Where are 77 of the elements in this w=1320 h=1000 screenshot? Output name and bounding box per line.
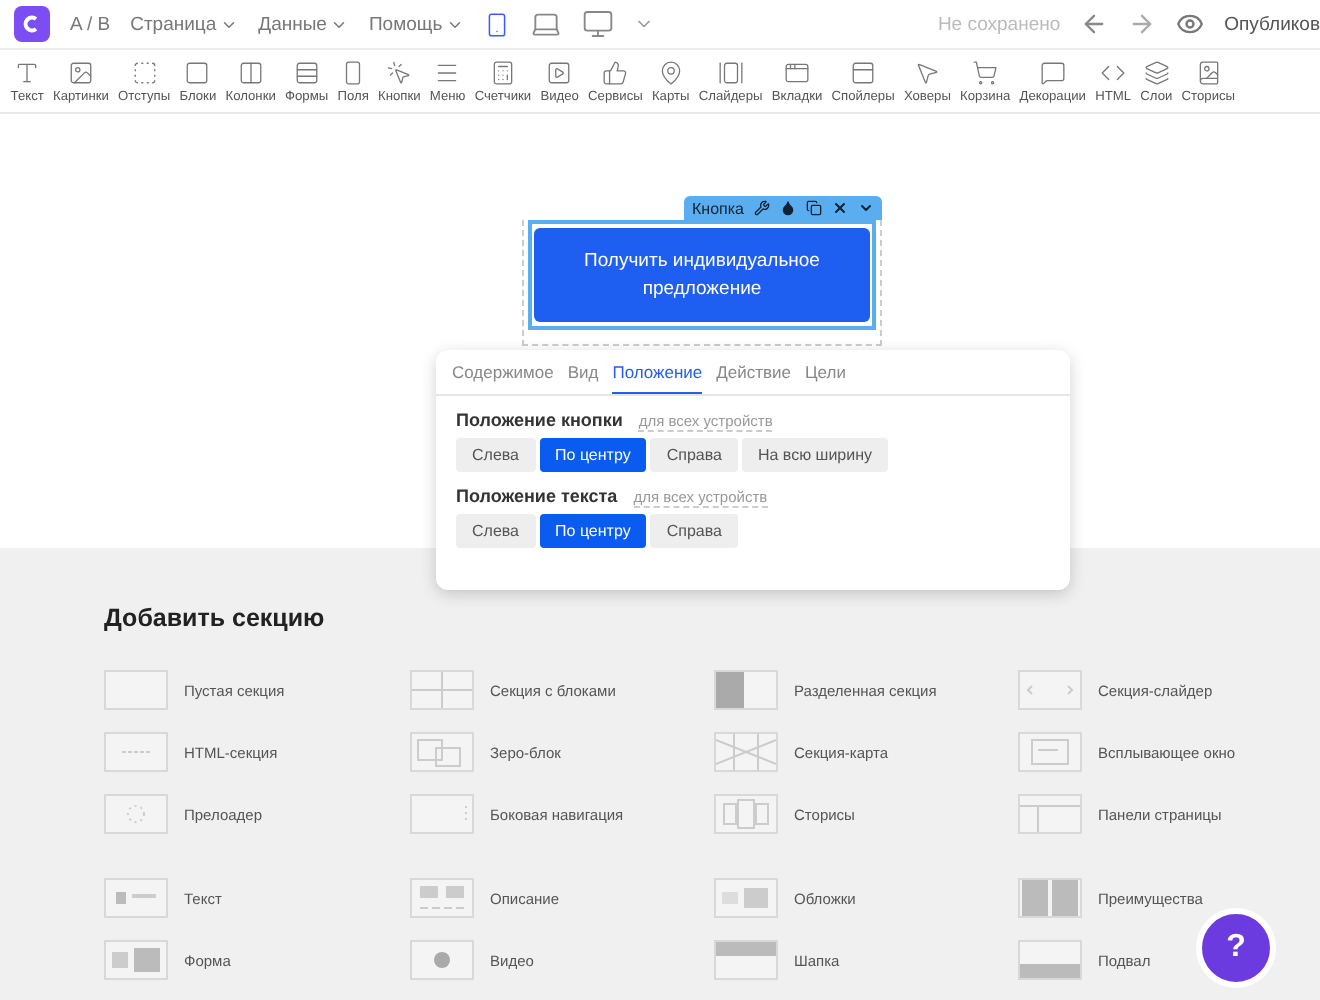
position-option[interactable]: На всю ширину bbox=[741, 438, 889, 472]
preview-icon[interactable] bbox=[1176, 10, 1205, 38]
copy-icon[interactable] bbox=[806, 200, 822, 216]
panel-tab[interactable]: Содержимое bbox=[452, 362, 554, 394]
text-icon bbox=[14, 59, 41, 85]
stories-icon bbox=[1195, 59, 1222, 85]
section-thumbnail-icon[interactable] bbox=[410, 940, 474, 980]
dashed-square-icon bbox=[131, 59, 158, 85]
section-thumbnail-icon[interactable] bbox=[104, 794, 168, 834]
droplet-icon[interactable] bbox=[780, 200, 796, 216]
cta-button[interactable]: Получить индивидуальное предложение bbox=[534, 228, 870, 322]
image-icon bbox=[67, 59, 94, 85]
menu-dropdown[interactable]: Страница bbox=[130, 13, 239, 35]
section-thumbnail-icon[interactable] bbox=[1018, 878, 1082, 918]
logo-icon[interactable] bbox=[14, 6, 50, 42]
menu-icon bbox=[434, 59, 461, 85]
section-thumbnail-icon[interactable] bbox=[104, 732, 168, 772]
section-thumbnail-icon[interactable] bbox=[1018, 794, 1082, 834]
phone-icon[interactable] bbox=[484, 11, 511, 37]
section-thumbnail-icon[interactable] bbox=[714, 878, 778, 918]
position-option[interactable]: Справа bbox=[650, 514, 738, 548]
publish-button[interactable]: Опубликов bbox=[1224, 13, 1320, 35]
section-thumbnail-icon[interactable] bbox=[714, 670, 778, 710]
position-option[interactable]: Слева bbox=[456, 438, 536, 472]
section-heading: Добавить секцию bbox=[104, 604, 327, 632]
square-icon bbox=[184, 59, 211, 85]
columns-icon bbox=[237, 59, 264, 85]
monitor-icon[interactable] bbox=[582, 8, 615, 40]
section-thumbnail-icon[interactable] bbox=[104, 670, 168, 710]
laptop-icon[interactable] bbox=[530, 8, 563, 40]
panel-tab[interactable]: Действие bbox=[716, 362, 792, 394]
group-title: Положение кнопки bbox=[456, 410, 623, 430]
section-thumbnail-icon[interactable] bbox=[410, 732, 474, 772]
position-option[interactable]: Справа bbox=[650, 438, 738, 472]
counter-icon bbox=[489, 59, 516, 85]
play-icon bbox=[546, 59, 573, 85]
section-thumbnail-icon[interactable] bbox=[410, 794, 474, 834]
window-icon bbox=[783, 59, 810, 85]
layers-icon bbox=[1143, 59, 1170, 85]
section-thumbnail-icon[interactable] bbox=[104, 940, 168, 980]
position-option[interactable]: Слева bbox=[456, 514, 536, 548]
slider-icon bbox=[717, 59, 744, 85]
panel-icon bbox=[850, 59, 877, 85]
section-thumbnail-icon[interactable] bbox=[104, 878, 168, 918]
pointer-icon bbox=[914, 59, 941, 85]
panel-tab[interactable]: Вид bbox=[567, 362, 599, 394]
menu-dropdown[interactable]: Помощь bbox=[368, 13, 465, 35]
map-pin-icon bbox=[657, 59, 684, 85]
redo-icon[interactable] bbox=[1128, 10, 1157, 38]
section-thumbnail-icon[interactable] bbox=[410, 878, 474, 918]
section-thumbnail-icon[interactable] bbox=[1018, 732, 1082, 772]
wrench-icon[interactable] bbox=[754, 200, 770, 216]
section-thumbnail-icon[interactable] bbox=[714, 940, 778, 980]
panel-tab[interactable]: Цели bbox=[805, 362, 846, 394]
panel-tab[interactable]: Положение bbox=[612, 362, 703, 394]
menu-dropdown[interactable]: Данные bbox=[258, 13, 349, 35]
section-thumbnail-icon[interactable] bbox=[714, 732, 778, 772]
ab-test-link[interactable]: A / B bbox=[70, 13, 111, 35]
section-thumbnail-icon[interactable] bbox=[714, 794, 778, 834]
speech-bubble-icon bbox=[1039, 59, 1066, 85]
rows-icon bbox=[293, 59, 320, 85]
undo-icon[interactable] bbox=[1080, 10, 1109, 38]
section-thumbnail-icon[interactable] bbox=[1018, 670, 1082, 710]
caret-icon[interactable] bbox=[858, 200, 874, 216]
group-title: Положение текста bbox=[456, 486, 618, 506]
help-button[interactable]: ? bbox=[1196, 908, 1276, 988]
save-status: Не сохранено bbox=[937, 13, 1061, 35]
close-icon[interactable] bbox=[832, 200, 848, 216]
cart-icon bbox=[972, 59, 999, 85]
selected-block[interactable]: Получить индивидуальное предложение bbox=[522, 220, 882, 346]
section-thumbnail-icon[interactable] bbox=[410, 670, 474, 710]
click-icon bbox=[386, 59, 413, 85]
position-option[interactable]: По центру bbox=[539, 438, 647, 472]
block-label: Кнопка bbox=[692, 199, 744, 217]
section-thumbnail-icon[interactable] bbox=[1018, 940, 1082, 980]
thumbs-up-icon bbox=[602, 59, 629, 85]
position-option[interactable]: По центру bbox=[539, 514, 647, 548]
